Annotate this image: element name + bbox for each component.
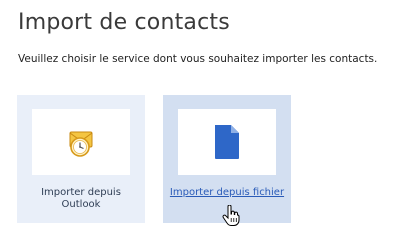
file-icon-box (178, 109, 276, 175)
outlook-icon (69, 131, 93, 157)
outlook-icon-box (32, 109, 130, 175)
import-file-label: Importer depuis fichier (169, 187, 285, 198)
page-title: Import de contacts (18, 10, 230, 35)
import-outlook-button[interactable]: Importer depuis Outlook (17, 95, 145, 223)
hand-cursor-icon (222, 205, 240, 226)
import-outlook-label: Importer depuis Outlook (41, 187, 121, 210)
page-subtitle: Veuillez choisir le service dont vous so… (18, 53, 378, 65)
import-file-button[interactable]: Importer depuis fichier (163, 95, 291, 223)
file-icon (215, 125, 239, 159)
